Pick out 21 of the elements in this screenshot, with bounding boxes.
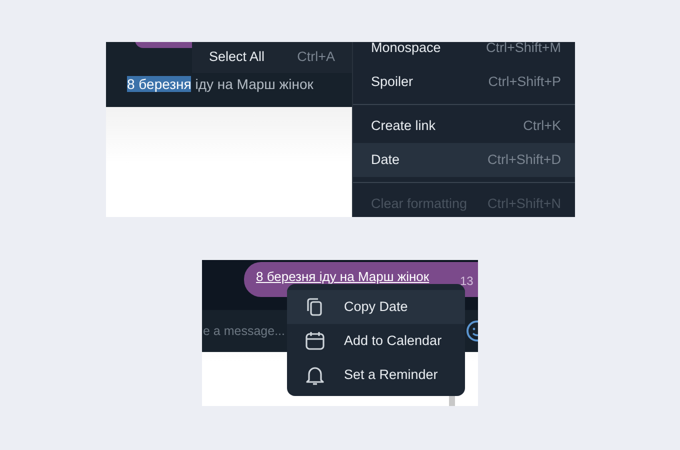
scrollbar[interactable]	[449, 395, 455, 406]
menu-item[interactable]: Set a Reminder	[287, 358, 465, 392]
menu-item[interactable]: Copy Date	[287, 290, 465, 324]
date-link[interactable]: 8 березня іду на Марш жінок	[256, 267, 430, 286]
menu-item[interactable]: Select All	[209, 47, 265, 68]
menu-item[interactable]: Spoiler Ctrl+Shift+P	[353, 65, 575, 99]
calendar-icon	[305, 331, 325, 351]
message-input[interactable]: e a message...	[202, 310, 286, 352]
menu-item[interactable]: Create link Ctrl+K	[353, 109, 575, 143]
shortcut-text: Ctrl+Shift+D	[487, 150, 561, 169]
message-time: 13	[460, 273, 474, 290]
menu-item[interactable]: Add to Calendar	[287, 324, 465, 358]
message-text: 8 березня іду на Марш жінок	[127, 75, 314, 94]
shortcut-text: Ctrl+Shift+M	[486, 42, 561, 57]
copy-icon	[305, 297, 325, 317]
menu-item[interactable]: Date Ctrl+Shift+D	[353, 143, 575, 177]
menu-item[interactable]: Monospace Ctrl+Shift+M	[353, 42, 575, 65]
shortcut-text: Ctrl+K	[523, 116, 561, 135]
shortcut-text: Ctrl+Shift+P	[488, 72, 561, 91]
bell-icon	[305, 365, 325, 385]
shortcut-text: Ctrl+A	[297, 48, 335, 66]
